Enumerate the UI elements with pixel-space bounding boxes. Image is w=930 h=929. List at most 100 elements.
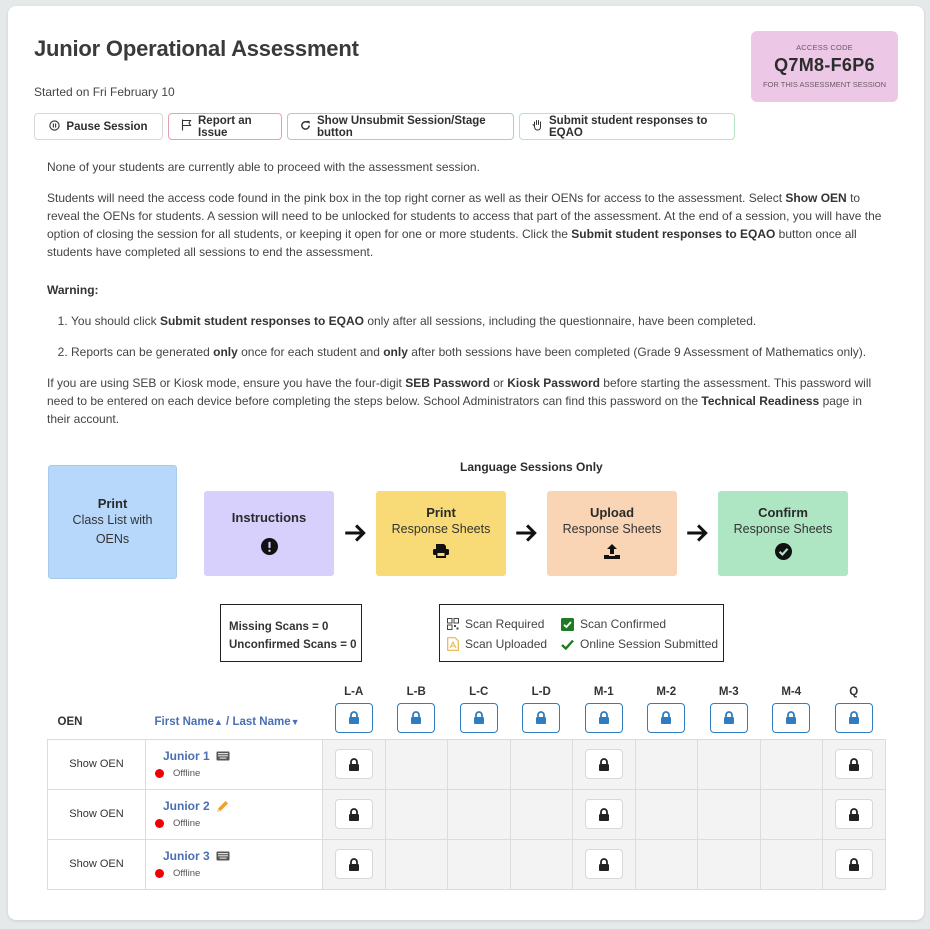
- student-name: Junior 1: [163, 749, 210, 763]
- qrcode-icon: [447, 618, 459, 630]
- step-title: Instructions: [231, 509, 307, 525]
- access-instructions: Students will need the access code found…: [47, 189, 882, 261]
- lock-icon: [348, 757, 360, 771]
- upload-response-sheets-step[interactable]: Upload Response Sheets: [547, 491, 677, 576]
- show-unsubmit-label: Show Unsubmit Session/Stage button: [317, 114, 486, 139]
- seb-kiosk-text: If you are using SEB or Kiosk mode, ensu…: [47, 374, 882, 428]
- session-cell: [697, 838, 761, 890]
- upload-icon: [603, 543, 621, 563]
- access-code-box: ACCESS CODE Q7M8-F6P6 FOR THIS ASSESSMEN…: [751, 31, 898, 102]
- student-session-lock-button[interactable]: [834, 749, 873, 779]
- unlock-session-button[interactable]: [397, 702, 436, 733]
- text: If you are using SEB or Kiosk mode, ensu…: [47, 376, 406, 390]
- print-class-list-step[interactable]: Print Class List with OENs: [48, 465, 177, 579]
- last-name-sort[interactable]: Last Name▼: [232, 716, 299, 728]
- session-column-header: M-4: [760, 676, 823, 739]
- arrow-right-icon: [687, 524, 708, 542]
- unlock-session-button[interactable]: [834, 702, 873, 733]
- session-cell: [572, 788, 636, 840]
- student-session-lock-button[interactable]: [584, 799, 623, 829]
- unlock-session-button[interactable]: [709, 702, 748, 733]
- toolbar: Pause Session Report an Issue Show Unsub…: [34, 113, 735, 140]
- session-cell: [759, 838, 823, 890]
- step-subtitle: Response Sheets: [391, 522, 491, 536]
- report-issue-button[interactable]: Report an Issue: [168, 113, 282, 140]
- scan-legend: Scan Required Scan Confirmed Scan Upload…: [439, 604, 724, 662]
- unlock-session-button[interactable]: [647, 702, 686, 733]
- unlock-session-button[interactable]: [522, 702, 561, 733]
- submit-responses-button[interactable]: Submit student responses to EQAO: [519, 113, 735, 140]
- session-cell: [322, 838, 386, 890]
- lock-icon: [848, 857, 860, 871]
- show-oen-link[interactable]: Show OEN: [47, 738, 146, 790]
- student-session-lock-button[interactable]: [334, 849, 373, 879]
- instructions-step[interactable]: Instructions: [204, 491, 334, 576]
- student-name-link[interactable]: Junior 3: [163, 849, 322, 863]
- session-cell: [384, 738, 448, 790]
- session-cell: [384, 838, 448, 890]
- session-column-header: M-1: [573, 676, 636, 739]
- session-cell: [697, 788, 761, 840]
- pencil-icon: [216, 800, 229, 813]
- unlock-session-button[interactable]: [772, 702, 811, 733]
- instructions-text: None of your students are currently able…: [47, 158, 882, 441]
- offline-dot-icon: [155, 819, 164, 828]
- text: once for each student and: [237, 345, 384, 359]
- unlock-session-button[interactable]: [459, 702, 498, 733]
- student-session-lock-button[interactable]: [834, 849, 873, 879]
- text: Students will need the access code found…: [47, 191, 786, 205]
- text-bold: Kiosk Password: [507, 376, 600, 390]
- session-cell: [822, 788, 886, 840]
- redo-icon: [300, 120, 311, 134]
- step-subtitle: Response Sheets: [733, 521, 833, 536]
- warning-item: You should click Submit student response…: [71, 312, 882, 330]
- first-name-sort[interactable]: First Name▲︎: [155, 716, 223, 728]
- show-unsubmit-button[interactable]: Show Unsubmit Session/Stage button: [287, 113, 514, 140]
- student-session-lock-button[interactable]: [584, 749, 623, 779]
- session-label: L-B: [406, 685, 426, 698]
- unlock-session-button[interactable]: [584, 702, 623, 733]
- text-bold: Show OEN: [785, 191, 847, 205]
- lock-icon: [348, 857, 360, 871]
- print-response-sheets-step[interactable]: Print Response Sheets: [376, 491, 506, 576]
- student-name-link[interactable]: Junior 2: [163, 799, 322, 813]
- check-square-icon: [561, 617, 574, 631]
- student-session-lock-button[interactable]: [334, 749, 373, 779]
- language-sessions-label: Language Sessions Only: [460, 460, 603, 474]
- student-session-lock-button[interactable]: [334, 799, 373, 829]
- session-cell: [759, 738, 823, 790]
- sort-down-icon: ▼: [290, 716, 300, 727]
- lock-icon: [410, 711, 422, 724]
- student-session-lock-button[interactable]: [834, 799, 873, 829]
- table-row: Show OEN Junior 1 Offline: [47, 738, 886, 790]
- scan-counts-box: Missing Scans = 0 Unconfirmed Scans = 0: [220, 604, 362, 662]
- student-name: Junior 3: [163, 849, 210, 863]
- table-body: Show OEN Junior 1 Offline Show OEN Junior 2 O…: [47, 738, 886, 890]
- student-name-link[interactable]: Junior 1: [163, 749, 322, 763]
- legend-label: Online Session Submitted: [580, 637, 719, 651]
- print-icon: [432, 543, 450, 562]
- session-column-header: M-3: [698, 676, 761, 739]
- unlock-session-button[interactable]: [334, 702, 373, 733]
- session-status-text: None of your students are currently able…: [47, 160, 480, 174]
- session-column-header: L-B: [385, 676, 448, 739]
- confirm-response-sheets-step[interactable]: Confirm Response Sheets: [718, 491, 848, 576]
- show-oen-link[interactable]: Show OEN: [47, 788, 146, 840]
- submit-responses-label: Submit student responses to EQAO: [549, 114, 708, 139]
- legend-label: Scan Uploaded: [465, 637, 548, 651]
- lock-icon: [785, 711, 797, 724]
- show-oen-link[interactable]: Show OEN: [47, 838, 146, 890]
- legend-label: Scan Required: [465, 617, 545, 631]
- student-session-lock-button[interactable]: [584, 849, 623, 879]
- pause-session-button[interactable]: Pause Session: [34, 113, 163, 140]
- step-subtitle: Class List with OENs: [72, 512, 153, 546]
- session-cell: [447, 788, 511, 840]
- warning-item: Reports can be generated only once for e…: [71, 343, 882, 361]
- session-cell: [322, 738, 386, 790]
- last-name-label: Last Name: [232, 715, 291, 728]
- session-label: M-4: [781, 685, 802, 698]
- text: You should click: [71, 314, 160, 328]
- text: only after all sessions, including the q…: [363, 314, 757, 328]
- session-cell: [822, 738, 886, 790]
- lock-icon: [660, 711, 672, 724]
